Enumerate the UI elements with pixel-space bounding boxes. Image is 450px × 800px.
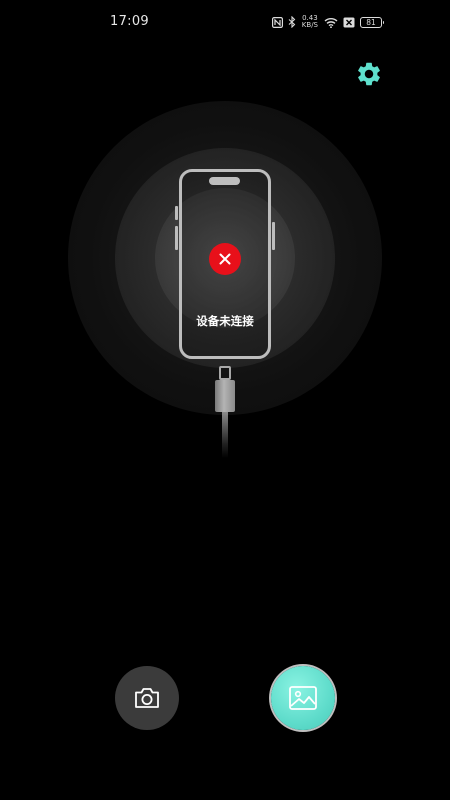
image-icon <box>289 686 317 710</box>
phone-notch <box>209 177 240 185</box>
connection-error-badge <box>209 243 241 275</box>
phone-volume-up-button <box>175 206 178 220</box>
camera-button[interactable] <box>115 666 179 730</box>
cable-wire <box>222 412 228 458</box>
close-icon <box>219 253 231 265</box>
nfc-icon <box>271 16 283 28</box>
bluetooth-icon <box>288 16 296 28</box>
gallery-button[interactable] <box>271 666 335 730</box>
phone-volume-down-button <box>175 226 178 250</box>
battery-icon: 81 <box>360 16 384 28</box>
status-icons: 0.43 KB/S 81 <box>271 14 384 30</box>
cable-plug <box>219 366 231 380</box>
status-bar: 17:09 0.43 KB/S 81 <box>0 0 450 44</box>
camera-icon <box>135 688 159 708</box>
settings-button[interactable] <box>353 58 385 90</box>
device-status-label: 设备未连接 <box>196 314 254 328</box>
status-time: 17:09 <box>110 14 149 29</box>
network-speed-unit: KB/S <box>301 21 318 29</box>
wifi-icon <box>324 17 338 28</box>
phone-power-button <box>272 222 275 250</box>
gear-icon <box>358 62 380 86</box>
battery-level: 81 <box>366 17 376 27</box>
network-speed: 0.43 KB/S <box>302 15 318 29</box>
cable-connector <box>215 380 235 412</box>
sim-disabled-icon <box>343 17 355 27</box>
